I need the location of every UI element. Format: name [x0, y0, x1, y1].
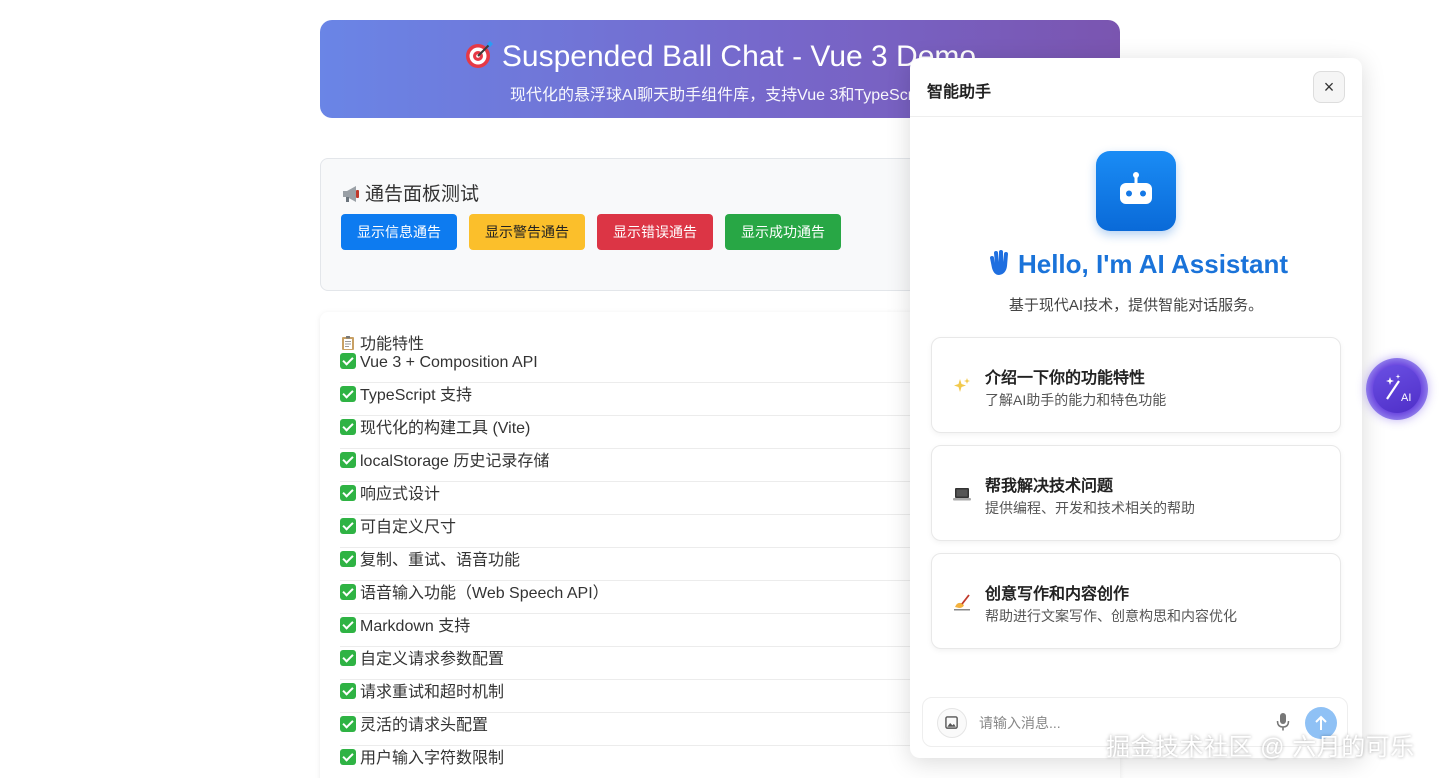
image-upload-button[interactable]: [937, 708, 967, 738]
close-icon: ×: [1323, 77, 1335, 97]
target-icon: [465, 41, 493, 68]
ball-label: AI: [1401, 392, 1411, 404]
check-icon: [340, 584, 356, 600]
feature-label: TypeScript 支持: [360, 387, 473, 404]
show-success-notice-button[interactable]: 显示成功通告: [725, 214, 841, 250]
suggestion-card-tech[interactable]: 帮我解决技术问题 提供编程、开发和技术相关的帮助: [931, 445, 1341, 541]
ball-inner: AI: [1373, 365, 1421, 413]
feature-label: 请求重试和超时机制: [360, 684, 505, 701]
sparkles-icon: [954, 378, 970, 392]
page-title: Suspended Ball Chat - Vue 3 Demo: [501, 40, 977, 73]
card-title: 创意写作和内容创作: [985, 586, 1130, 603]
ai-magic-icon: AI: [1386, 374, 1411, 404]
feature-label: 现代化的构建工具 (Vite): [360, 420, 531, 437]
floating-chat-ball[interactable]: AI: [1366, 358, 1428, 420]
image-icon: [945, 716, 958, 729]
card-subtitle: 了解AI助手的能力和特色功能: [985, 392, 1167, 408]
check-icon: [340, 353, 356, 369]
card-subtitle: 提供编程、开发和技术相关的帮助: [985, 500, 1195, 516]
feature-label: 可自定义尺寸: [360, 519, 457, 536]
writing-hand-icon: [954, 594, 970, 611]
bot-avatar: [1096, 151, 1176, 231]
show-warning-notice-button[interactable]: 显示警告通告: [469, 214, 585, 250]
greeting-text: Hello, I'm AI Assistant: [1017, 249, 1289, 279]
check-icon: [340, 518, 356, 534]
feature-label: 自定义请求参数配置: [360, 651, 505, 668]
clipboard-icon: [342, 336, 354, 350]
feature-label: Markdown 支持: [360, 618, 471, 635]
show-error-notice-button[interactable]: 显示错误通告: [597, 214, 713, 250]
check-icon: [340, 683, 356, 699]
check-icon: [340, 452, 356, 468]
close-chat-button[interactable]: ×: [1313, 71, 1345, 103]
check-icon: [340, 551, 356, 567]
notice-title-row: 通告面板测试: [341, 179, 479, 206]
chat-title: 智能助手: [927, 84, 992, 101]
robot-icon: [1120, 172, 1152, 204]
check-icon: [340, 386, 356, 402]
feature-label: 语音输入功能（Web Speech API）: [360, 585, 609, 602]
greeting-heading: Hello, I'm AI Assistant: [910, 248, 1362, 280]
suggestion-card-writing[interactable]: 创意写作和内容创作 帮助进行文案写作、创意构思和内容优化: [931, 553, 1341, 649]
show-info-notice-button[interactable]: 显示信息通告: [341, 214, 457, 250]
feature-label: 复制、重试、语音功能: [360, 552, 521, 569]
megaphone-icon: [343, 186, 359, 202]
check-icon: [340, 716, 356, 732]
check-icon: [340, 650, 356, 666]
feature-label: 用户输入字符数限制: [360, 750, 505, 767]
feature-label: 灵活的请求头配置: [360, 717, 489, 734]
check-icon: [340, 419, 356, 435]
waving-hand-icon: [989, 250, 1008, 275]
check-icon: [340, 749, 356, 765]
card-title: 帮我解决技术问题: [985, 478, 1114, 495]
card-title: 介绍一下你的功能特性: [985, 370, 1146, 387]
check-icon: [340, 485, 356, 501]
card-subtitle: 帮助进行文案写作、创意构思和内容优化: [985, 608, 1237, 624]
check-icon: [340, 617, 356, 633]
notice-title: 通告面板测试: [365, 184, 480, 205]
chat-header: 智能助手 ×: [910, 58, 1362, 117]
feature-label: 响应式设计: [360, 486, 441, 503]
feature-label: localStorage 历史记录存储: [360, 453, 550, 470]
app-page: Suspended Ball Chat - Vue 3 Demo 现代化的悬浮球…: [0, 0, 1440, 778]
feature-label: Vue 3 + Composition API: [360, 354, 538, 371]
suggestion-card-features[interactable]: 介绍一下你的功能特性 了解AI助手的能力和特色功能: [931, 337, 1341, 433]
watermark: 掘金技术社区 @ 六月的可乐: [1106, 734, 1415, 761]
chat-panel: 智能助手 × Hello, I'm AI Assistant 基于现代AI技术，…: [910, 58, 1362, 758]
assistant-description: 基于现代AI技术，提供智能对话服务。: [1008, 297, 1264, 314]
laptop-icon: [953, 488, 971, 501]
